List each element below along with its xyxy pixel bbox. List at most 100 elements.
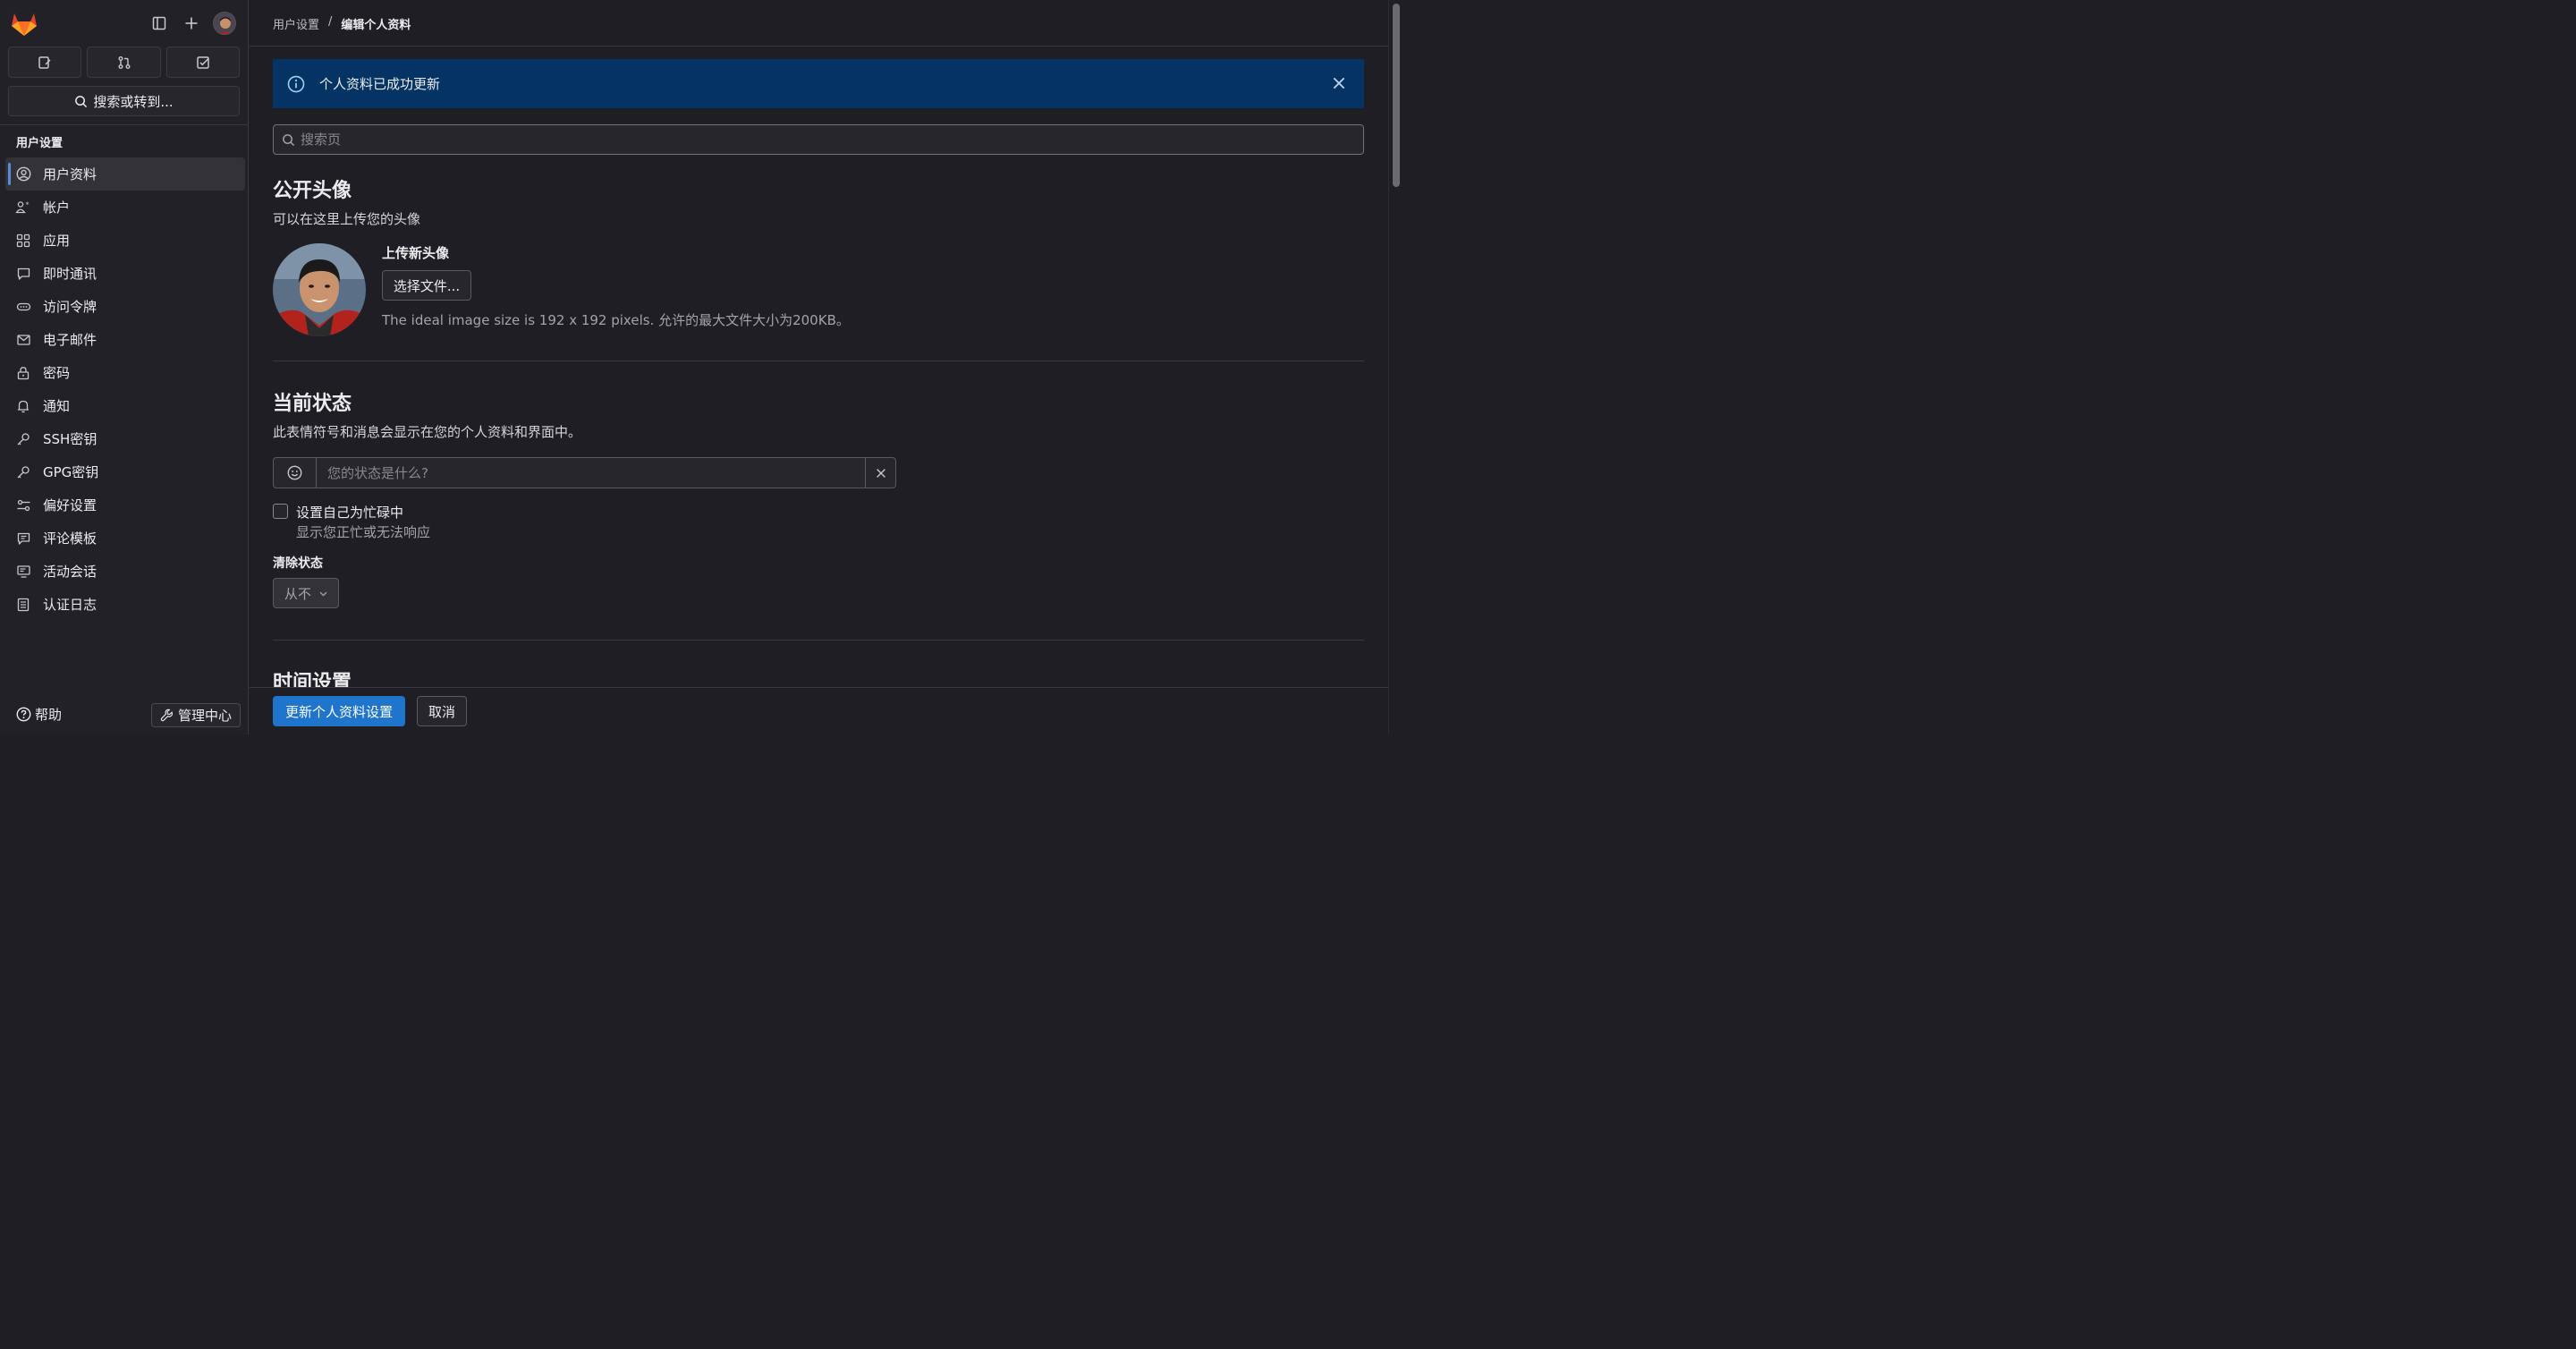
emoji-picker-button[interactable] — [274, 458, 317, 488]
close-icon — [876, 468, 886, 478]
sidebar-item-notifications[interactable]: 通知 — [5, 389, 245, 422]
breadcrumb-current: 编辑个人资料 — [341, 19, 411, 32]
status-input-group — [273, 457, 896, 488]
token-icon — [15, 299, 31, 315]
key-icon — [15, 464, 31, 480]
mail-icon — [15, 332, 31, 348]
sidebar-item-label: 访问令牌 — [43, 299, 97, 315]
busy-checkbox[interactable] — [273, 504, 288, 519]
admin-area-button[interactable]: 管理中心 — [151, 703, 241, 727]
sidebar: 搜索或转到... 用户设置 用户资料 * 帐户 应用 即时通讯 访问令牌 电子邮… — [0, 0, 249, 734]
sidebar-item-applications[interactable]: 应用 — [5, 224, 245, 257]
chevron-down-icon — [319, 591, 327, 596]
lock-icon — [15, 365, 31, 381]
status-section-title: 当前状态 — [273, 393, 352, 415]
busy-checkbox-help: 显示您正忙或无法响应 — [296, 524, 431, 540]
sidebar-divider — [0, 124, 249, 125]
sidebar-item-label: GPG密钥 — [43, 464, 99, 480]
sidebar-item-label: 通知 — [43, 398, 71, 414]
sidebar-item-tokens[interactable]: 访问令牌 — [5, 290, 245, 323]
issues-button[interactable] — [8, 47, 81, 78]
scrollbar-thumb[interactable] — [1393, 4, 1400, 187]
help-button[interactable]: 帮助 — [16, 705, 62, 724]
log-icon — [15, 597, 31, 613]
success-alert: 个人资料已成功更新 — [273, 59, 1364, 108]
breadcrumb-parent[interactable]: 用户设置 — [273, 15, 319, 32]
clear-status-button[interactable] — [865, 458, 895, 488]
sidebar-nav: 用户资料 * 帐户 应用 即时通讯 访问令牌 电子邮件 密码 通知 SSH密钥 … — [5, 157, 245, 621]
sidebar-item-label: 电子邮件 — [43, 332, 97, 348]
avatar-section-title: 公开头像 — [273, 180, 352, 202]
page-scrollbar[interactable] — [1388, 0, 1402, 734]
sidebar-item-account[interactable]: * 帐户 — [5, 191, 245, 224]
sidebar-item-emails[interactable]: 电子邮件 — [5, 323, 245, 356]
bell-icon — [15, 398, 31, 414]
sidebar-item-chat[interactable]: 即时通讯 — [5, 257, 245, 290]
sidebar-item-label: 应用 — [43, 233, 71, 249]
sidebar-section-title: 用户设置 — [16, 137, 64, 150]
sidebar-item-password[interactable]: 密码 — [5, 356, 245, 389]
sidebar-search-label: 搜索或转到... — [93, 93, 174, 110]
sidebar-item-active-sessions[interactable]: 活动会话 — [5, 555, 245, 588]
clear-status-value: 从不 — [284, 585, 312, 602]
todos-button[interactable] — [166, 47, 240, 78]
close-icon[interactable] — [1330, 74, 1348, 92]
plus-icon[interactable] — [179, 11, 204, 36]
sidebar-item-ssh-keys[interactable]: SSH密钥 — [5, 422, 245, 455]
key-icon — [15, 431, 31, 447]
sidebar-item-auth-log[interactable]: 认证日志 — [5, 588, 245, 621]
busy-checkbox-label[interactable]: 设置自己为忙碌中 — [296, 503, 403, 522]
page-search-input[interactable] — [301, 132, 1329, 148]
clear-status-select[interactable]: 从不 — [273, 578, 339, 608]
admin-area-label: 管理中心 — [177, 708, 232, 724]
cancel-button[interactable]: 取消 — [417, 696, 467, 726]
sidebar-header — [0, 0, 249, 47]
sidebar-item-label: 偏好设置 — [43, 497, 97, 513]
page-search — [273, 124, 1364, 155]
breadcrumb: 用户设置 / 编辑个人资料 — [273, 15, 411, 32]
merge-request-icon — [118, 55, 130, 69]
issues-icon — [38, 55, 51, 69]
smiley-icon — [287, 465, 302, 480]
status-message-input[interactable] — [317, 458, 865, 488]
sidebar-item-label: 认证日志 — [43, 597, 97, 613]
merge-requests-button[interactable] — [87, 47, 161, 78]
sidebar-item-profile[interactable]: 用户资料 — [5, 157, 245, 191]
sidebar-item-label: 即时通讯 — [43, 266, 97, 282]
top-bar: 用户设置 / 编辑个人资料 — [250, 0, 1388, 47]
sidebar-item-comment-templates[interactable]: 评论模板 — [5, 522, 245, 555]
todo-icon — [197, 55, 209, 69]
monitor-icon — [15, 564, 31, 580]
sidebar-item-label: 活动会话 — [43, 564, 97, 580]
info-icon — [287, 75, 305, 92]
sidebar-toggle-icon[interactable] — [147, 11, 172, 36]
preferences-icon — [15, 497, 31, 513]
applications-icon — [15, 233, 31, 249]
sidebar-item-preferences[interactable]: 偏好设置 — [5, 488, 245, 522]
sidebar-search-button[interactable]: 搜索或转到... — [8, 86, 240, 116]
upload-avatar-label: 上传新头像 — [382, 245, 450, 261]
account-icon: * — [15, 199, 31, 216]
gitlab-logo-icon[interactable] — [10, 10, 38, 37]
wrench-icon — [160, 708, 173, 722]
chat-icon — [15, 266, 31, 282]
sidebar-item-label: SSH密钥 — [43, 431, 97, 447]
user-avatar[interactable] — [213, 12, 236, 35]
search-icon — [283, 133, 295, 146]
sidebar-item-label: 评论模板 — [43, 530, 97, 547]
section-divider — [273, 640, 1364, 641]
status-section-description: 此表情符号和消息会显示在您的个人资料和界面中。 — [273, 424, 582, 440]
comment-icon — [15, 530, 31, 547]
update-profile-button[interactable]: 更新个人资料设置 — [273, 696, 405, 726]
avatar-size-hint: The ideal image size is 192 x 192 pixels… — [382, 312, 850, 328]
choose-file-button[interactable]: 选择文件... — [382, 270, 471, 301]
breadcrumb-separator: / — [328, 15, 333, 29]
profile-icon — [15, 166, 31, 182]
alert-message: 个人资料已成功更新 — [319, 76, 441, 92]
question-icon — [16, 707, 31, 722]
svg-text:*: * — [26, 201, 30, 209]
help-label: 帮助 — [35, 707, 63, 723]
search-icon — [75, 95, 88, 107]
sidebar-item-label: 用户资料 — [43, 166, 97, 182]
sidebar-item-gpg-keys[interactable]: GPG密钥 — [5, 455, 245, 488]
